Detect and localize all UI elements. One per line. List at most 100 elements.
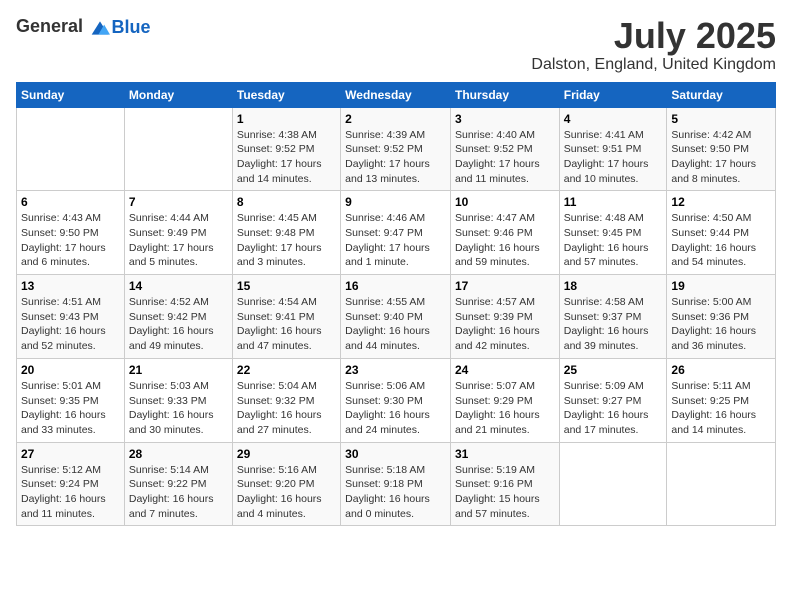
- day-number: 18: [564, 279, 663, 293]
- day-info: Sunrise: 4:52 AM Sunset: 9:42 PM Dayligh…: [129, 295, 228, 354]
- day-info: Sunrise: 4:44 AM Sunset: 9:49 PM Dayligh…: [129, 211, 228, 270]
- calendar-cell: 2Sunrise: 4:39 AM Sunset: 9:52 PM Daylig…: [341, 107, 451, 191]
- day-number: 8: [237, 195, 336, 209]
- day-number: 25: [564, 363, 663, 377]
- day-number: 17: [455, 279, 555, 293]
- calendar-week-row: 1Sunrise: 4:38 AM Sunset: 9:52 PM Daylig…: [17, 107, 776, 191]
- logo-icon: [90, 18, 110, 38]
- day-info: Sunrise: 5:09 AM Sunset: 9:27 PM Dayligh…: [564, 379, 663, 438]
- calendar-cell: 26 Sunrise: 5:11 AM Sunset: 9:25 PM Dayli…: [667, 358, 776, 442]
- logo: General Blue: [16, 16, 151, 38]
- day-number: 26: [671, 363, 771, 377]
- day-info: Sunrise: 5:07 AM Sunset: 9:29 PM Dayligh…: [455, 379, 555, 438]
- day-number: 2: [345, 112, 446, 126]
- day-info: Sunrise: 4:41 AM Sunset: 9:51 PM Dayligh…: [564, 128, 663, 187]
- day-number: 11: [564, 195, 663, 209]
- day-number: 15: [237, 279, 336, 293]
- header-monday: Monday: [124, 82, 232, 107]
- calendar-cell: 5 Sunrise: 4:42 AM Sunset: 9:50 PM Daylig…: [667, 107, 776, 191]
- day-info: Sunrise: 4:47 AM Sunset: 9:46 PM Dayligh…: [455, 211, 555, 270]
- calendar-cell: 25 Sunrise: 5:09 AM Sunset: 9:27 PM Dayli…: [559, 358, 667, 442]
- day-info: Sunrise: 5:04 AM Sunset: 9:32 PM Dayligh…: [237, 379, 336, 438]
- calendar-cell: 16 Sunrise: 4:55 AM Sunset: 9:40 PM Dayli…: [341, 275, 451, 359]
- calendar-cell: 11Sunrise: 4:48 AM Sunset: 9:45 PM Dayli…: [559, 191, 667, 275]
- header-thursday: Thursday: [450, 82, 559, 107]
- calendar-cell: 14 Sunrise: 4:52 AM Sunset: 9:42 PM Dayli…: [124, 275, 232, 359]
- day-number: 21: [129, 363, 228, 377]
- header-friday: Friday: [559, 82, 667, 107]
- calendar-week-row: 6Sunrise: 4:43 AM Sunset: 9:50 PM Daylig…: [17, 191, 776, 275]
- day-info: Sunrise: 5:19 AM Sunset: 9:16 PM Dayligh…: [455, 463, 555, 522]
- calendar-week-row: 20 Sunrise: 5:01 AM Sunset: 9:35 PM Dayli…: [17, 358, 776, 442]
- day-info: Sunrise: 5:01 AM Sunset: 9:35 PM Dayligh…: [21, 379, 120, 438]
- day-number: 20: [21, 363, 120, 377]
- calendar-cell: 10 Sunrise: 4:47 AM Sunset: 9:46 PM Dayli…: [450, 191, 559, 275]
- calendar-header-row: Sunday Monday Tuesday Wednesday Thursday…: [17, 82, 776, 107]
- calendar-cell: [667, 442, 776, 526]
- calendar-cell: 6Sunrise: 4:43 AM Sunset: 9:50 PM Daylig…: [17, 191, 125, 275]
- day-number: 5: [671, 112, 771, 126]
- day-number: 23: [345, 363, 446, 377]
- day-number: 10: [455, 195, 555, 209]
- day-number: 3: [455, 112, 555, 126]
- day-info: Sunrise: 5:11 AM Sunset: 9:25 PM Dayligh…: [671, 379, 771, 438]
- day-number: 24: [455, 363, 555, 377]
- calendar-cell: 13 Sunrise: 4:51 AM Sunset: 9:43 PM Dayli…: [17, 275, 125, 359]
- calendar-cell: 9Sunrise: 4:46 AM Sunset: 9:47 PM Daylig…: [341, 191, 451, 275]
- calendar-cell: 3Sunrise: 4:40 AM Sunset: 9:52 PM Daylig…: [450, 107, 559, 191]
- day-number: 12: [671, 195, 771, 209]
- day-number: 16: [345, 279, 446, 293]
- calendar-cell: 27 Sunrise: 5:12 AM Sunset: 9:24 PM Dayli…: [17, 442, 125, 526]
- day-info: Sunrise: 4:51 AM Sunset: 9:43 PM Dayligh…: [21, 295, 120, 354]
- day-info: Sunrise: 4:58 AM Sunset: 9:37 PM Dayligh…: [564, 295, 663, 354]
- day-number: 30: [345, 447, 446, 461]
- day-info: Sunrise: 5:12 AM Sunset: 9:24 PM Dayligh…: [21, 463, 120, 522]
- day-number: 4: [564, 112, 663, 126]
- calendar-week-row: 27 Sunrise: 5:12 AM Sunset: 9:24 PM Dayli…: [17, 442, 776, 526]
- calendar-cell: 4 Sunrise: 4:41 AM Sunset: 9:51 PM Daylig…: [559, 107, 667, 191]
- logo-blue: Blue: [112, 17, 151, 37]
- day-info: Sunrise: 5:14 AM Sunset: 9:22 PM Dayligh…: [129, 463, 228, 522]
- day-number: 19: [671, 279, 771, 293]
- calendar-cell: [124, 107, 232, 191]
- day-number: 27: [21, 447, 120, 461]
- day-number: 29: [237, 447, 336, 461]
- calendar-cell: 21Sunrise: 5:03 AM Sunset: 9:33 PM Dayli…: [124, 358, 232, 442]
- calendar-cell: 28 Sunrise: 5:14 AM Sunset: 9:22 PM Dayli…: [124, 442, 232, 526]
- logo-general: General: [16, 16, 83, 36]
- day-number: 7: [129, 195, 228, 209]
- day-info: Sunrise: 5:18 AM Sunset: 9:18 PM Dayligh…: [345, 463, 446, 522]
- calendar-cell: 15Sunrise: 4:54 AM Sunset: 9:41 PM Dayli…: [232, 275, 340, 359]
- calendar-cell: 24 Sunrise: 5:07 AM Sunset: 9:29 PM Dayli…: [450, 358, 559, 442]
- day-info: Sunrise: 5:16 AM Sunset: 9:20 PM Dayligh…: [237, 463, 336, 522]
- calendar-subtitle: Dalston, England, United Kingdom: [531, 56, 776, 74]
- calendar-cell: [559, 442, 667, 526]
- header-tuesday: Tuesday: [232, 82, 340, 107]
- day-number: 28: [129, 447, 228, 461]
- header-saturday: Saturday: [667, 82, 776, 107]
- day-number: 13: [21, 279, 120, 293]
- calendar-cell: 20 Sunrise: 5:01 AM Sunset: 9:35 PM Dayli…: [17, 358, 125, 442]
- day-info: Sunrise: 4:55 AM Sunset: 9:40 PM Dayligh…: [345, 295, 446, 354]
- day-info: Sunrise: 4:50 AM Sunset: 9:44 PM Dayligh…: [671, 211, 771, 270]
- day-number: 1: [237, 112, 336, 126]
- calendar-cell: 7 Sunrise: 4:44 AM Sunset: 9:49 PM Daylig…: [124, 191, 232, 275]
- day-number: 31: [455, 447, 555, 461]
- day-number: 14: [129, 279, 228, 293]
- day-info: Sunrise: 4:57 AM Sunset: 9:39 PM Dayligh…: [455, 295, 555, 354]
- calendar-title: July 2025: [531, 16, 776, 56]
- header-sunday: Sunday: [17, 82, 125, 107]
- day-info: Sunrise: 5:00 AM Sunset: 9:36 PM Dayligh…: [671, 295, 771, 354]
- header-wednesday: Wednesday: [341, 82, 451, 107]
- calendar-cell: 17 Sunrise: 4:57 AM Sunset: 9:39 PM Dayli…: [450, 275, 559, 359]
- day-info: Sunrise: 5:06 AM Sunset: 9:30 PM Dayligh…: [345, 379, 446, 438]
- calendar-cell: 22 Sunrise: 5:04 AM Sunset: 9:32 PM Dayli…: [232, 358, 340, 442]
- day-info: Sunrise: 4:45 AM Sunset: 9:48 PM Dayligh…: [237, 211, 336, 270]
- day-info: Sunrise: 4:42 AM Sunset: 9:50 PM Dayligh…: [671, 128, 771, 187]
- calendar-table: Sunday Monday Tuesday Wednesday Thursday…: [16, 82, 776, 527]
- page-header: General Blue July 2025 Dalston, England,…: [16, 16, 776, 74]
- title-area: July 2025 Dalston, England, United Kingd…: [531, 16, 776, 74]
- day-info: Sunrise: 4:43 AM Sunset: 9:50 PM Dayligh…: [21, 211, 120, 270]
- day-number: 22: [237, 363, 336, 377]
- calendar-cell: 8 Sunrise: 4:45 AM Sunset: 9:48 PM Daylig…: [232, 191, 340, 275]
